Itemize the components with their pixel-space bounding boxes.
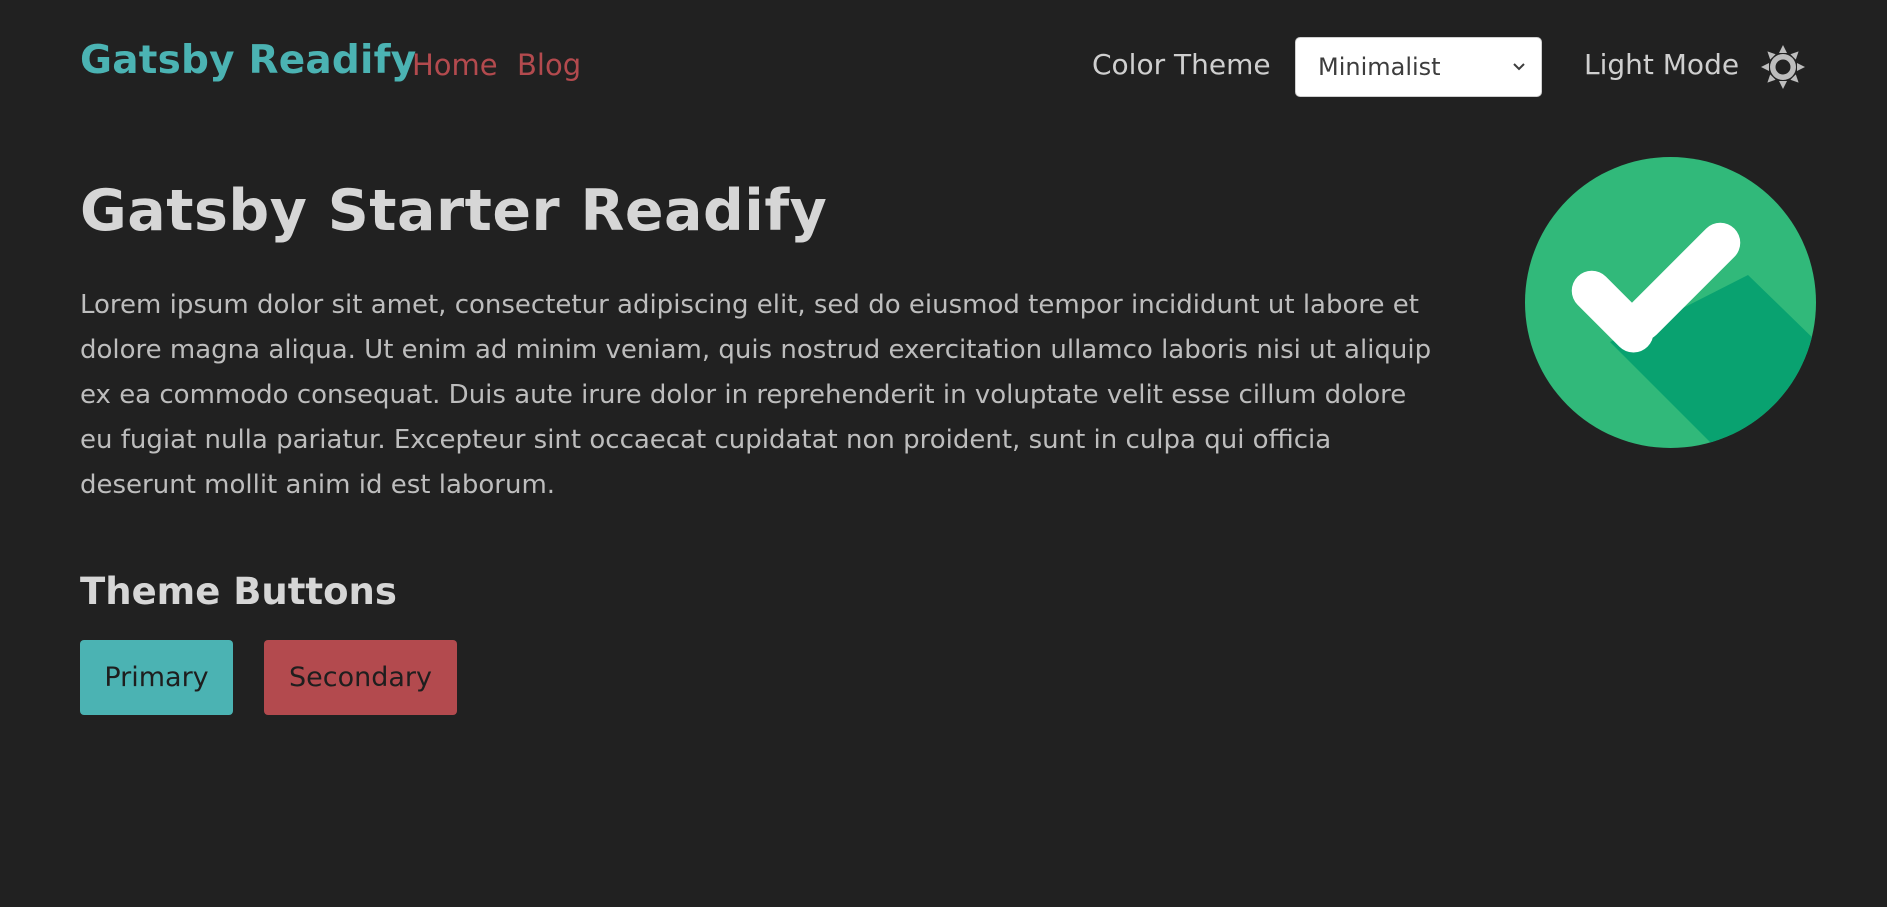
color-theme-selected: Minimalist (1318, 53, 1441, 81)
chevron-down-icon (1511, 38, 1527, 120)
color-theme-label: Color Theme (1092, 48, 1271, 81)
secondary-button[interactable]: Secondary (264, 640, 457, 715)
nav-link-blog[interactable]: Blog (517, 48, 581, 82)
page-title: Gatsby Starter Readify (80, 178, 828, 244)
navbar: Gatsby Readify Home Blog Color Theme Min… (0, 0, 1887, 132)
mode-label: Light Mode (1584, 48, 1740, 81)
sun-icon[interactable] (1760, 44, 1806, 90)
brand-link[interactable]: Gatsby Readify (80, 38, 416, 83)
checkmark-icon (1525, 157, 1816, 448)
theme-buttons-heading: Theme Buttons (80, 570, 397, 613)
primary-button[interactable]: Primary (80, 640, 233, 715)
intro-paragraph: Lorem ipsum dolor sit amet, consectetur … (80, 290, 1432, 500)
color-theme-select[interactable]: Minimalist (1295, 37, 1542, 97)
nav-link-home[interactable]: Home (412, 48, 498, 82)
